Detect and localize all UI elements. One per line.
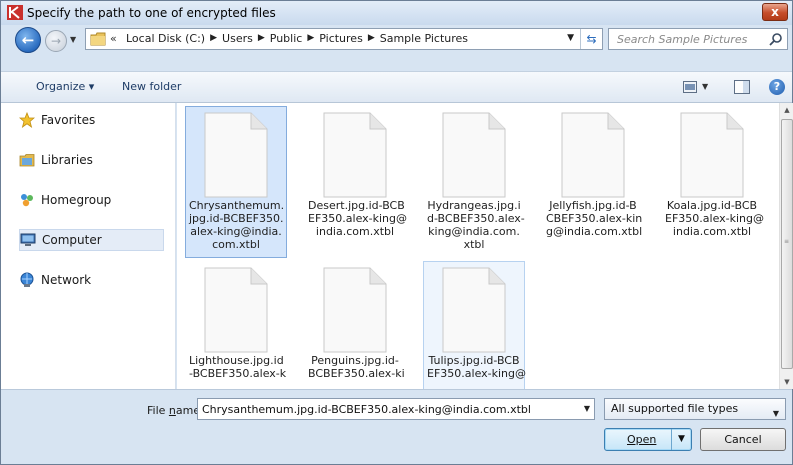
network-icon [20, 272, 34, 287]
file-name-label: Lighthouse.jpg.id -BCBEF350.alex-k [189, 354, 287, 380]
app-icon [7, 5, 23, 20]
file-name-label: Penguins.jpg.id- BCBEF350.alex-ki [308, 354, 405, 380]
nav-item-network[interactable]: Network [19, 269, 169, 291]
file-tile-desert[interactable]: Desert.jpg.id-BCB EF350.alex-king@ india… [304, 106, 407, 258]
address-dropdown-icon[interactable]: ▼ [567, 33, 574, 43]
search-icon[interactable] [769, 32, 783, 46]
nav-item-favorites[interactable]: Favorites [19, 109, 169, 131]
new-folder-button[interactable]: New folder [122, 80, 181, 93]
file-tile-tulips[interactable]: Tulips.jpg.id-BCB EF350.alex-king@ [423, 261, 526, 389]
breadcrumb-separator-icon[interactable]: ▶ [307, 32, 314, 45]
file-tile-hydrangeas[interactable]: Hydrangeas.jpg.i d-BCBEF350.alex- king@i… [423, 106, 525, 258]
file-tile-koala[interactable]: Koala.jpg.id-BCB EF350.alex-king@ india.… [661, 106, 764, 258]
breadcrumb-item[interactable]: Local Disk (C:) [126, 32, 205, 45]
open-options-dropdown-icon[interactable]: ▼ [671, 429, 691, 450]
scroll-thumb[interactable]: ≡ [781, 119, 793, 369]
nav-item-label: Favorites [41, 113, 96, 127]
forward-button[interactable]: → [45, 30, 67, 52]
star-icon [19, 112, 35, 128]
blank-document-icon [442, 112, 506, 198]
title-bar[interactable]: Specify the path to one of encrypted fil… [1, 1, 792, 25]
breadcrumb-separator-icon[interactable]: ▶ [210, 32, 217, 45]
file-name-label: Jellyfish.jpg.id-B CBEF350.alex-kin g@in… [546, 199, 643, 238]
file-type-select[interactable]: All supported file types ▼ [604, 398, 786, 420]
blank-document-icon [204, 267, 268, 353]
file-tile-chrysanthemum[interactable]: Chrysanthemum. jpg.id-BCBEF350. alex-kin… [185, 106, 287, 258]
computer-icon [20, 233, 36, 246]
window-title: Specify the path to one of encrypted fil… [27, 6, 276, 20]
file-tile-jellyfish[interactable]: Jellyfish.jpg.id-B CBEF350.alex-kin g@in… [542, 106, 644, 258]
file-name-panel: File name: ▼ All supported file types ▼ … [1, 389, 792, 464]
library-icon [19, 154, 35, 167]
file-name-input[interactable] [198, 399, 572, 419]
command-toolbar: Organize ▾ New folder ▼ ? [1, 71, 792, 103]
search-input[interactable] [609, 29, 765, 49]
breadcrumb-item[interactable]: Public [270, 32, 303, 45]
file-type-value: All supported file types [611, 402, 739, 415]
nav-item-libraries[interactable]: Libraries [19, 149, 169, 171]
scroll-down-icon[interactable]: ▼ [780, 375, 793, 389]
navigation-pane: Favorites Libraries Homegroup Computer N… [1, 103, 176, 389]
cancel-button[interactable]: Cancel [700, 428, 786, 451]
blank-document-icon [323, 112, 387, 198]
nav-item-label: Network [41, 273, 92, 287]
vertical-scrollbar[interactable]: ▲ ≡ ▼ [779, 103, 793, 389]
change-view-icon[interactable] [683, 81, 697, 93]
help-icon[interactable]: ? [769, 79, 785, 95]
breadcrumb-item[interactable]: Pictures [319, 32, 363, 45]
breadcrumb-overflow-icon[interactable]: « [110, 32, 117, 45]
file-name-combobox[interactable]: ▼ [197, 398, 595, 420]
close-button[interactable]: x [762, 3, 788, 21]
nav-item-label: Homegroup [41, 193, 112, 207]
file-list-view[interactable]: Chrysanthemum. jpg.id-BCBEF350. alex-kin… [177, 103, 779, 389]
recent-pages-dropdown-icon[interactable]: ▼ [70, 35, 76, 44]
file-name-label: Chrysanthemum. jpg.id-BCBEF350. alex-kin… [189, 199, 285, 251]
nav-item-label: Libraries [41, 153, 93, 167]
back-button[interactable]: ← [15, 27, 41, 53]
scroll-up-icon[interactable]: ▲ [780, 103, 793, 117]
chevron-down-icon[interactable]: ▼ [584, 404, 590, 413]
blank-document-icon [204, 112, 268, 198]
address-bar[interactable]: « Local Disk (C:) ▶ Users ▶ Public ▶ Pic… [85, 28, 603, 50]
blank-document-icon [561, 112, 625, 198]
file-name-label: Koala.jpg.id-BCB EF350.alex-king@ india.… [665, 199, 764, 238]
preview-pane-icon[interactable] [734, 80, 750, 94]
grip-icon: ≡ [784, 238, 790, 245]
open-button-label: Open [627, 433, 657, 446]
blank-document-icon [442, 267, 506, 353]
view-dropdown-icon[interactable]: ▼ [702, 82, 708, 91]
file-name-label: Hydrangeas.jpg.i d-BCBEF350.alex- king@i… [427, 199, 525, 251]
breadcrumb-item[interactable]: Sample Pictures [380, 32, 468, 45]
file-tile-penguins[interactable]: Penguins.jpg.id- BCBEF350.alex-ki [304, 261, 406, 389]
open-button[interactable]: Open ▼ [604, 428, 692, 451]
file-name-label: Tulips.jpg.id-BCB EF350.alex-king@ [427, 354, 526, 380]
breadcrumb-item[interactable]: Users [222, 32, 253, 45]
file-tile-lighthouse[interactable]: Lighthouse.jpg.id -BCBEF350.alex-k [185, 261, 287, 389]
organize-button[interactable]: Organize ▾ [36, 80, 94, 93]
file-name-label: Desert.jpg.id-BCB EF350.alex-king@ india… [308, 199, 407, 238]
nav-item-computer[interactable]: Computer [19, 229, 164, 251]
chevron-down-icon[interactable]: ▼ [773, 404, 779, 424]
nav-item-homegroup[interactable]: Homegroup [19, 189, 169, 211]
address-row: ← → ▼ « Local Disk (C:) ▶ Users ▶ Public… [1, 25, 792, 71]
folder-icon [90, 32, 106, 46]
breadcrumb-separator-icon[interactable]: ▶ [258, 32, 265, 45]
blank-document-icon [680, 112, 744, 198]
refresh-icon[interactable]: ⇆ [580, 29, 602, 49]
search-box[interactable] [608, 28, 788, 50]
homegroup-icon [21, 194, 33, 207]
open-file-dialog: Specify the path to one of encrypted fil… [0, 0, 793, 465]
file-name-label: File name: [147, 404, 204, 417]
breadcrumb: Local Disk (C:) ▶ Users ▶ Public ▶ Pictu… [126, 32, 468, 45]
nav-item-label: Computer [42, 233, 102, 247]
breadcrumb-separator-icon[interactable]: ▶ [368, 32, 375, 45]
blank-document-icon [323, 267, 387, 353]
